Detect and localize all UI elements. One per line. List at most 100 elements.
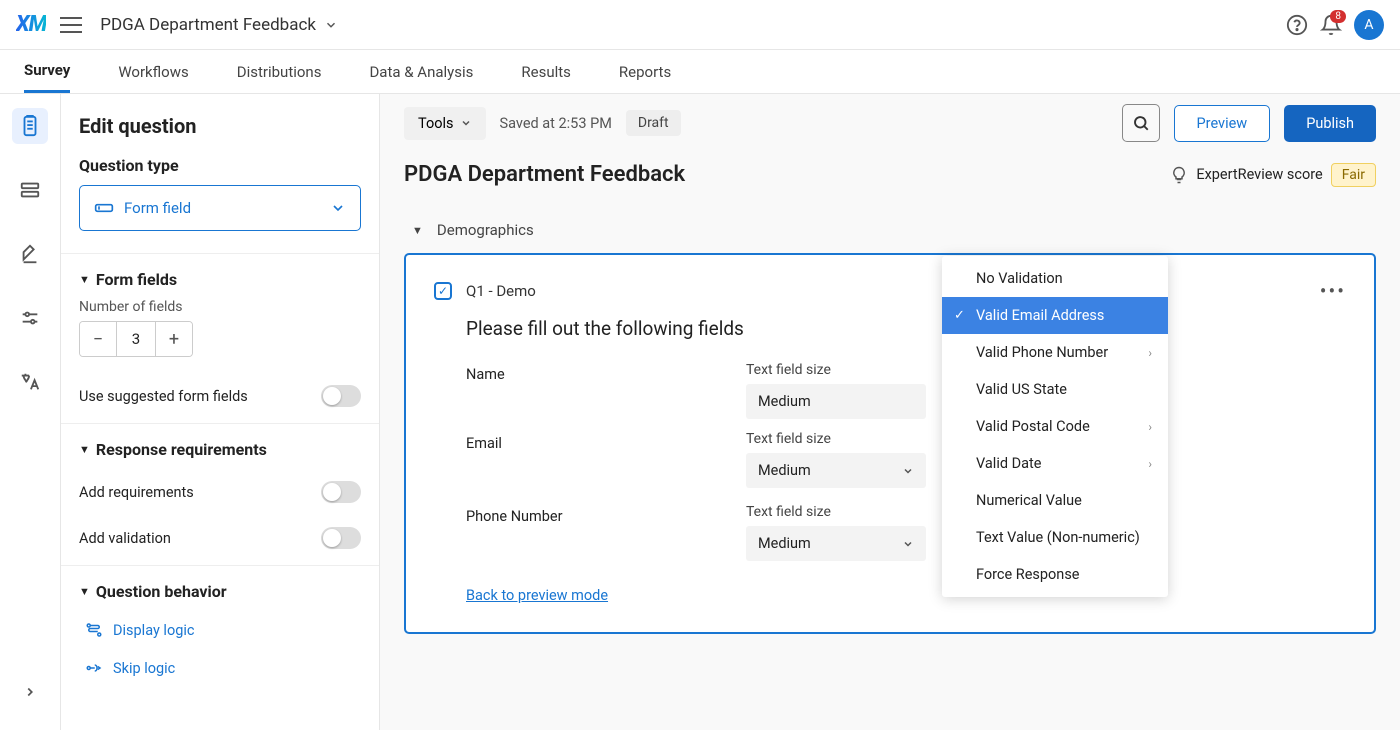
add-validation-label: Add validation	[79, 530, 171, 547]
question-id: Q1 - Demo	[466, 282, 536, 300]
question-type-label: Question type	[79, 156, 361, 175]
validation-option[interactable]: Valid Date›	[942, 445, 1168, 482]
validation-option[interactable]: Valid Email Address	[942, 297, 1168, 334]
caret-down-icon: ▼	[412, 224, 423, 237]
stepper-decrement[interactable]: −	[80, 322, 116, 356]
field-label[interactable]: Name	[466, 362, 726, 383]
validation-dropdown-menu: No Validation Valid Email Address Valid …	[942, 256, 1168, 597]
survey-title-row: PDGA Department Feedback ExpertReview sc…	[380, 152, 1400, 205]
text-size-header: Text field size	[746, 504, 946, 520]
field-size-select[interactable]: Medium	[746, 526, 926, 561]
chevron-right-icon: ›	[1148, 346, 1152, 360]
project-name-dropdown[interactable]: PDGA Department Feedback	[100, 15, 338, 35]
chevron-down-icon	[324, 18, 338, 32]
project-name-label: PDGA Department Feedback	[100, 15, 316, 35]
response-req-heading[interactable]: ▼Response requirements	[79, 440, 361, 459]
chevron-down-icon	[330, 200, 346, 216]
tab-results[interactable]: Results	[521, 52, 571, 92]
preview-button[interactable]: Preview	[1174, 105, 1271, 142]
saved-timestamp: Saved at 2:53 PM	[500, 115, 612, 132]
rail-builder-icon[interactable]	[12, 108, 48, 144]
rail-options-icon[interactable]	[12, 300, 48, 336]
question-text[interactable]: Please fill out the following fields	[466, 317, 1346, 340]
expert-review-label: ExpertReview score	[1196, 166, 1322, 183]
notification-badge: 8	[1330, 10, 1346, 23]
search-button[interactable]	[1122, 104, 1160, 142]
validation-option[interactable]: Force Response	[942, 556, 1168, 593]
top-header: XM PDGA Department Feedback 8 A	[0, 0, 1400, 50]
rail-look-feel-icon[interactable]	[12, 236, 48, 272]
stepper-increment[interactable]: +	[156, 322, 192, 356]
publish-button[interactable]: Publish	[1284, 105, 1376, 142]
add-requirements-toggle[interactable]	[321, 481, 361, 503]
caret-down-icon: ▼	[79, 585, 90, 598]
rail-flow-icon[interactable]	[12, 172, 48, 208]
text-size-header: Text field size	[746, 362, 946, 378]
icon-rail	[0, 94, 60, 730]
display-logic-link[interactable]: Display logic	[85, 611, 361, 649]
suggested-fields-label: Use suggested form fields	[79, 388, 248, 405]
field-size-select[interactable]: Medium	[746, 384, 926, 419]
lightbulb-icon	[1170, 166, 1188, 184]
field-size-select[interactable]: Medium	[746, 453, 926, 488]
survey-title: PDGA Department Feedback	[404, 162, 685, 187]
question-block: ▼ Demographics ✓ Q1 - Demo ••• Please fi…	[404, 213, 1376, 634]
draft-status-badge: Draft	[626, 110, 681, 136]
question-card[interactable]: ✓ Q1 - Demo ••• Please fill out the foll…	[404, 253, 1376, 634]
rail-translate-icon[interactable]	[12, 364, 48, 400]
user-avatar[interactable]: A	[1354, 10, 1384, 40]
main-menu-icon[interactable]	[60, 17, 82, 33]
tab-workflows[interactable]: Workflows	[118, 52, 188, 92]
primary-tabs: Survey Workflows Distributions Data & An…	[0, 50, 1400, 94]
add-requirements-label: Add requirements	[79, 484, 194, 501]
form-fields-heading[interactable]: ▼Form fields	[79, 270, 361, 289]
notifications-icon[interactable]: 8	[1314, 8, 1348, 42]
validation-option[interactable]: Numerical Value	[942, 482, 1168, 519]
num-fields-value: 3	[116, 322, 156, 356]
survey-builder-main: Tools Saved at 2:53 PM Draft Preview Pub…	[380, 94, 1400, 730]
display-logic-icon	[85, 621, 103, 639]
num-fields-stepper: − 3 +	[79, 321, 193, 357]
validation-option[interactable]: Valid Postal Code›	[942, 408, 1168, 445]
validation-option[interactable]: Valid US State	[942, 371, 1168, 408]
caret-down-icon: ▼	[79, 443, 90, 456]
chevron-down-icon	[902, 538, 914, 550]
tab-distributions[interactable]: Distributions	[237, 52, 322, 92]
panel-title: Edit question	[79, 114, 361, 138]
expert-review-score-badge[interactable]: Fair	[1331, 163, 1376, 187]
chevron-down-icon	[460, 117, 472, 129]
add-validation-toggle[interactable]	[321, 527, 361, 549]
chevron-right-icon: ›	[1148, 420, 1152, 434]
tab-survey[interactable]: Survey	[24, 50, 70, 93]
suggested-fields-toggle[interactable]	[321, 385, 361, 407]
skip-logic-icon	[85, 659, 103, 677]
num-fields-label: Number of fields	[79, 299, 361, 315]
field-label[interactable]: Phone Number	[466, 504, 726, 525]
question-behavior-heading[interactable]: ▼Question behavior	[79, 582, 361, 601]
xm-logo: XM	[16, 12, 46, 37]
form-fields-grid: Name Text field size Medium Email Text f…	[466, 362, 1346, 563]
tab-reports[interactable]: Reports	[619, 52, 671, 92]
tools-dropdown[interactable]: Tools	[404, 107, 486, 140]
field-label[interactable]: Email	[466, 431, 726, 452]
validation-option[interactable]: No Validation	[942, 260, 1168, 297]
validation-option[interactable]: Text Value (Non-numeric)	[942, 519, 1168, 556]
block-name: Demographics	[437, 221, 534, 239]
block-header[interactable]: ▼ Demographics	[404, 213, 1376, 253]
question-type-value: Form field	[124, 199, 191, 217]
chevron-right-icon: ›	[1148, 457, 1152, 471]
text-size-header: Text field size	[746, 431, 946, 447]
help-icon[interactable]	[1280, 8, 1314, 42]
chevron-down-icon	[902, 465, 914, 477]
validation-option[interactable]: Valid Phone Number›	[942, 334, 1168, 371]
rail-expand-icon[interactable]	[12, 674, 48, 710]
builder-toolbar: Tools Saved at 2:53 PM Draft Preview Pub…	[380, 94, 1400, 152]
edit-question-panel: Edit question Question type Form field ▼…	[60, 94, 380, 730]
question-more-menu[interactable]: •••	[1320, 279, 1346, 303]
question-checkbox[interactable]: ✓	[434, 282, 452, 300]
back-to-preview-link[interactable]: Back to preview mode	[466, 587, 608, 604]
question-type-select[interactable]: Form field	[79, 185, 361, 231]
tab-data-analysis[interactable]: Data & Analysis	[369, 52, 473, 92]
skip-logic-link[interactable]: Skip logic	[85, 649, 361, 687]
caret-down-icon: ▼	[79, 273, 90, 286]
